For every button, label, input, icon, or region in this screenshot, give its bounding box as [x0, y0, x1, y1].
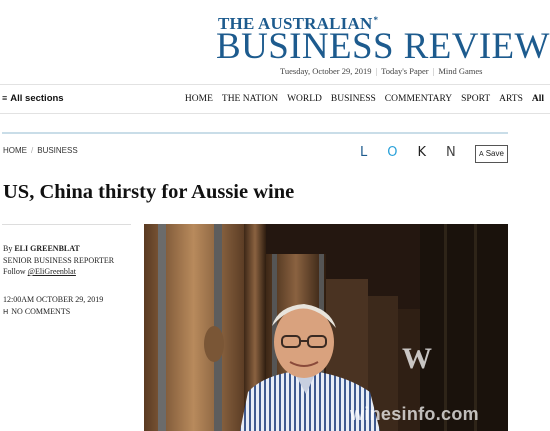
menu-icon: ≡ [2, 93, 8, 103]
linkedin-icon[interactable]: L [360, 146, 367, 160]
nav-item-all[interactable]: All [532, 94, 544, 104]
save-label: Save [485, 149, 504, 158]
nav-item-business[interactable]: BUSINESS [331, 94, 376, 104]
all-sections-label: All sections [10, 93, 64, 104]
divider: | [375, 66, 378, 76]
main-nav: ≡ All sections HOME THE NATION WORLD BUSI… [0, 84, 550, 114]
hero-photo: W winesinfo.com [144, 224, 508, 431]
byline-divider [2, 224, 131, 225]
byline: By ELI GREENBLAT SENIOR BUSINESS REPORTE… [3, 243, 133, 278]
publish-timestamp: 12:00AM OCTOBER 29, 2019 [3, 295, 104, 304]
breadcrumb-separator: / [31, 146, 34, 155]
masthead[interactable]: THE AUSTRALIAN* BUSINESS REVIEW Tuesday,… [0, 0, 550, 84]
nav-item-home[interactable]: HOME [185, 94, 213, 104]
nav-items: HOME THE NATION WORLD BUSINESS COMMENTAR… [185, 94, 544, 104]
author-prefix: By [3, 244, 13, 253]
article-headline: US, China thirsty for Aussie wine [3, 181, 295, 203]
all-sections-button[interactable]: ≡ All sections [2, 93, 64, 104]
follow-line: Follow @EliGreenblat [3, 266, 133, 278]
share-bar: L O K N [360, 146, 456, 160]
nav-item-commentary[interactable]: COMMENTARY [385, 94, 452, 104]
facebook-icon[interactable]: K [417, 146, 426, 160]
watermark-text: winesinfo.com [350, 404, 479, 424]
author-name[interactable]: ELI GREENBLAT [14, 244, 79, 253]
nav-item-the-nation[interactable]: THE NATION [222, 94, 278, 104]
todays-paper-link[interactable]: Today's Paper [381, 66, 428, 76]
article-meta: 12:00AM OCTOBER 29, 2019 H NO COMMENTS [3, 294, 103, 318]
section-divider [2, 132, 508, 134]
breadcrumb-home-link[interactable]: HOME [3, 146, 27, 155]
breadcrumb: HOME / BUSINESS [3, 146, 78, 155]
bookmark-icon: A [479, 151, 484, 158]
watermark-logo: W [402, 342, 432, 375]
nav-item-world[interactable]: WORLD [287, 94, 322, 104]
masthead-subline: Tuesday, October 29, 2019 | Today's Paper |… [280, 66, 482, 76]
nav-item-sport[interactable]: SPORT [461, 94, 490, 104]
breadcrumb-business-link[interactable]: BUSINESS [37, 146, 77, 155]
comments-link[interactable]: H NO COMMENTS [3, 306, 103, 318]
masthead-trademark-icon: * [373, 15, 379, 25]
comments-count: NO COMMENTS [11, 307, 71, 316]
twitter-icon[interactable]: O [387, 146, 397, 160]
author-line: By ELI GREENBLAT [3, 243, 133, 255]
nav-item-arts[interactable]: ARTS [499, 94, 523, 104]
comment-icon: H [3, 308, 9, 316]
masthead-logo[interactable]: BUSINESS REVIEW [216, 27, 550, 67]
follow-prefix: Follow [3, 267, 26, 276]
author-role: SENIOR BUSINESS REPORTER [3, 255, 115, 265]
email-icon[interactable]: N [446, 146, 456, 160]
winery-photo-illustration [144, 224, 508, 431]
follow-author-link[interactable]: @EliGreenblat [28, 267, 76, 276]
mind-games-link[interactable]: Mind Games [438, 66, 482, 76]
edition-date: Tuesday, October 29, 2019 [280, 66, 372, 76]
divider: | [432, 66, 435, 76]
save-button[interactable]: A Save [475, 145, 508, 163]
